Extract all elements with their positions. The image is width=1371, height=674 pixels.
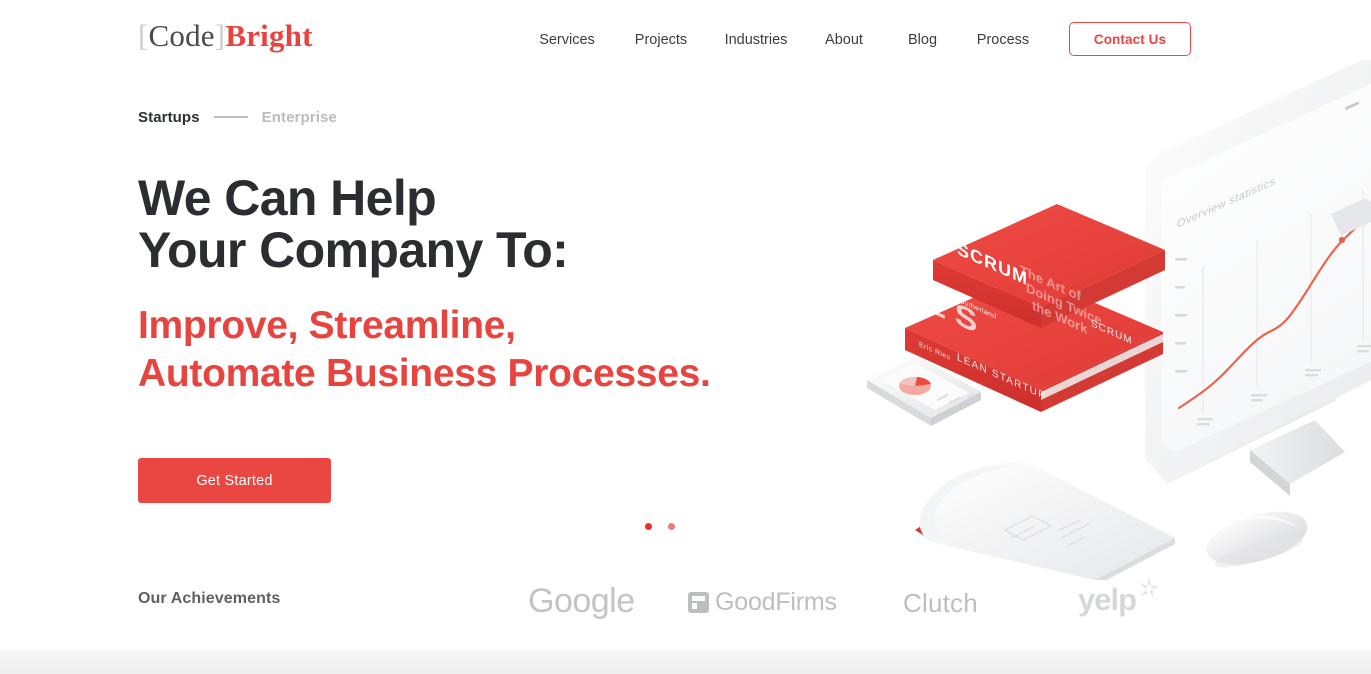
logo-text-code: Code bbox=[148, 18, 215, 53]
segment-divider-line bbox=[213, 116, 248, 118]
computer-mouse-illustration bbox=[1206, 511, 1308, 568]
hero-subheadline: Improve, Streamline, Automate Business P… bbox=[138, 304, 711, 395]
yelp-burst-icon bbox=[1134, 574, 1164, 604]
smartphone-illustration bbox=[867, 356, 981, 426]
goodfirms-logo-text: GoodFirms bbox=[715, 588, 837, 616]
hero-carousel-pagination[interactable] bbox=[645, 523, 675, 530]
hero-illustration: Overview statistics LEAN STARTUP Eric Ri… bbox=[845, 60, 1371, 580]
nav-item-blog[interactable]: Blog bbox=[884, 28, 961, 52]
svg-text:SCRUM: SCRUM bbox=[1091, 318, 1133, 347]
nav-link-process[interactable]: Process bbox=[977, 28, 1029, 52]
site-header: [Code]Bright Services Projects Industrie… bbox=[0, 0, 1371, 78]
svg-text:Overview statistics: Overview statistics bbox=[1177, 176, 1276, 231]
segment-option-startups[interactable]: Startups bbox=[138, 109, 200, 126]
svg-text:The Art of: The Art of bbox=[1020, 263, 1081, 305]
nav-item-services[interactable]: Services bbox=[520, 28, 614, 52]
book-author-jeff-sutherland: Jeff Sutherland bbox=[945, 289, 996, 320]
books-illustration: LEAN STARTUP Eric Ries L S SCRUM The Art… bbox=[905, 204, 1165, 412]
book-spine-scrum: SCRUM bbox=[1091, 318, 1133, 347]
nav-item-industries[interactable]: Industries bbox=[708, 28, 804, 52]
logo-text-bright: Bright bbox=[225, 18, 313, 53]
audience-segment-toggle[interactable]: Startups Enterprise bbox=[138, 104, 838, 130]
nav-link-services[interactable]: Services bbox=[539, 28, 595, 52]
nav-item-projects[interactable]: Projects bbox=[614, 28, 708, 52]
phone-pie-chart bbox=[899, 376, 931, 395]
yelp-logo[interactable]: yelp bbox=[1078, 577, 1164, 618]
chart-tooltip bbox=[1331, 101, 1371, 236]
book-author-eric-ries: Eric Ries bbox=[919, 339, 951, 362]
nav-item-about[interactable]: About bbox=[804, 28, 884, 52]
next-section-band bbox=[0, 650, 1371, 674]
primary-navigation: Services Projects Industries About Blog … bbox=[520, 28, 1045, 52]
goodfirms-logo[interactable]: GoodFirms bbox=[688, 588, 837, 617]
monitor-chart-title: Overview statistics bbox=[1177, 176, 1276, 231]
carousel-dot-1[interactable] bbox=[645, 523, 652, 530]
notebook-illustration bbox=[915, 462, 1175, 580]
segment-option-enterprise[interactable]: Enterprise bbox=[262, 109, 337, 126]
brand-logo[interactable]: [Code]Bright bbox=[138, 18, 313, 54]
carousel-dot-2[interactable] bbox=[668, 523, 675, 530]
achievements-logo-row: Google GoodFirms Clutch yelp bbox=[500, 576, 1260, 632]
nav-link-projects[interactable]: Projects bbox=[635, 28, 687, 52]
get-started-button[interactable]: Get Started bbox=[138, 458, 331, 503]
hero-content: Startups Enterprise We Can Help Your Com… bbox=[138, 104, 838, 503]
hero-headline: We Can Help Your Company To: bbox=[138, 170, 569, 278]
logo-bracket-open: [ bbox=[138, 18, 149, 53]
svg-text:L S: L S bbox=[925, 283, 977, 340]
logo-bracket-close: ] bbox=[214, 18, 226, 53]
nav-link-industries[interactable]: Industries bbox=[725, 28, 788, 52]
achievements-label: Our Achievements bbox=[138, 590, 281, 607]
yelp-logo-text: yelp bbox=[1078, 582, 1138, 618]
svg-text:LEAN STARTUP: LEAN STARTUP bbox=[957, 352, 1046, 402]
monitor-illustration: Overview statistics bbox=[1145, 60, 1371, 496]
goodfirms-mark-icon bbox=[688, 592, 709, 613]
svg-text:Doing Twice: Doing Twice bbox=[1026, 280, 1102, 328]
book-spine-lean-startup: LEAN STARTUP bbox=[957, 352, 1046, 402]
clutch-logo[interactable]: Clutch bbox=[903, 588, 978, 619]
landing-page: [Code]Bright Services Projects Industrie… bbox=[0, 0, 1371, 674]
nav-item-process[interactable]: Process bbox=[961, 28, 1045, 52]
google-logo[interactable]: Google bbox=[528, 582, 635, 621]
book-title-scrum: SCRUM bbox=[957, 238, 1028, 290]
book-subtitle-scrum: The Art of Doing Twice the Work bbox=[1020, 263, 1102, 337]
contact-us-button[interactable]: Contact Us bbox=[1069, 22, 1191, 56]
nav-link-about[interactable]: About bbox=[825, 28, 863, 52]
nav-link-blog[interactable]: Blog bbox=[908, 28, 937, 52]
svg-text:SCRUM: SCRUM bbox=[957, 238, 1028, 290]
svg-text:Eric Ries: Eric Ries bbox=[919, 339, 951, 362]
svg-text:the Work: the Work bbox=[1032, 298, 1088, 337]
svg-text:Jeff Sutherland: Jeff Sutherland bbox=[945, 289, 996, 320]
